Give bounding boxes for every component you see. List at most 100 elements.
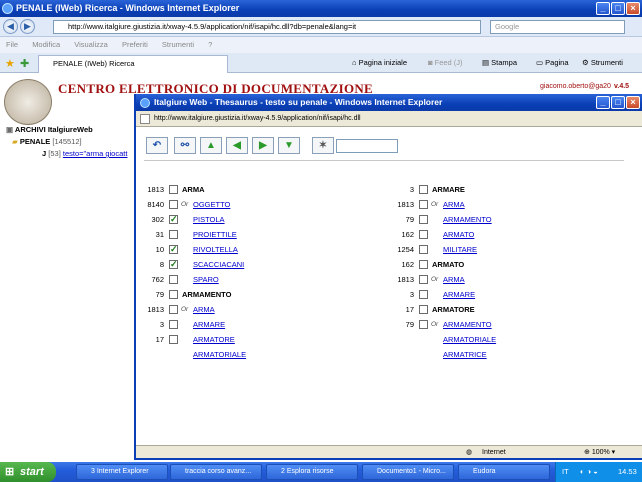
- language-indicator[interactable]: IT: [562, 462, 569, 482]
- popup-body: ↶ ⚯ ▲ ◀ ▶ ▼ ✶ 1813 ARMA 8140 Or OGGETTO 302 PI…: [136, 127, 642, 445]
- maximize-button[interactable]: □: [611, 2, 625, 15]
- undo-icon[interactable]: ↶: [146, 137, 168, 154]
- term-link[interactable]: ARMATORE: [193, 332, 235, 347]
- term-link[interactable]: ARMA: [443, 197, 465, 212]
- task-ie[interactable]: 3 Internet Explorer: [76, 464, 168, 480]
- left-icon[interactable]: ◀: [226, 137, 248, 154]
- task-ie-label: 3 Internet Explorer: [91, 468, 149, 475]
- task-word[interactable]: Documento1 - Micro...: [362, 464, 454, 480]
- term-link[interactable]: PROIETTILE: [193, 227, 237, 242]
- term-count: 8140: [147, 200, 164, 209]
- term-link[interactable]: ARMA: [193, 302, 215, 317]
- term-checkbox[interactable]: [169, 275, 178, 284]
- wand-icon[interactable]: ✶: [312, 137, 334, 154]
- outer-search-input[interactable]: Google: [490, 20, 625, 34]
- term-checkbox[interactable]: [419, 230, 428, 239]
- binoculars-icon[interactable]: ⚯: [174, 137, 196, 154]
- term-link[interactable]: ARMATRICE: [443, 347, 487, 362]
- term-checkbox[interactable]: [169, 185, 178, 194]
- menu-visualizza[interactable]: Visualizza: [74, 40, 108, 49]
- favorites-star-icon[interactable]: ★: [5, 57, 15, 70]
- globe-icon: ◍: [466, 449, 473, 456]
- term-link[interactable]: PISTOLA: [193, 212, 225, 227]
- term-link[interactable]: ARMARE: [193, 317, 225, 332]
- term-count: 1813: [147, 305, 164, 314]
- back-button[interactable]: ◀: [3, 19, 18, 34]
- term-checkbox[interactable]: [419, 260, 428, 269]
- term-link[interactable]: ARMATO: [443, 227, 474, 242]
- home-button[interactable]: ⌂ Pagina iniziale: [352, 57, 407, 69]
- term-checkbox[interactable]: [419, 185, 428, 194]
- menu-help[interactable]: ?: [208, 40, 212, 49]
- term-checkbox[interactable]: [169, 257, 178, 272]
- task-explorer[interactable]: 2 Esplora risorse: [266, 464, 358, 480]
- menu-modifica[interactable]: Modifica: [32, 40, 60, 49]
- term-link[interactable]: ARMA: [443, 272, 465, 287]
- term-checkbox[interactable]: [169, 212, 178, 227]
- term-link[interactable]: RIVOLTELLA: [193, 242, 238, 257]
- term-link[interactable]: ARMAMENTO: [443, 317, 492, 332]
- tree-db[interactable]: ▰ PENALE [145512]: [6, 137, 127, 149]
- term-checkbox[interactable]: [169, 320, 178, 329]
- term-checkbox[interactable]: [169, 242, 178, 257]
- outer-window-titlebar: PENALE (IWeb) Ricerca - Windows Internet…: [0, 0, 642, 17]
- term-checkbox[interactable]: [419, 245, 428, 254]
- zoom-label[interactable]: ⊕ 100% ▾: [584, 446, 615, 459]
- popup-maximize-button[interactable]: □: [611, 96, 625, 109]
- term-checkbox[interactable]: [169, 200, 178, 209]
- term-checkbox[interactable]: [169, 305, 178, 314]
- or-marker: Or: [431, 201, 439, 208]
- archive-tree: ▣ ARCHIVI ItalgiureWeb ▰ PENALE [145512]…: [6, 125, 127, 161]
- thesaurus-search-input[interactable]: [336, 139, 398, 153]
- divider: [144, 160, 624, 161]
- up-icon[interactable]: ▲: [200, 137, 222, 154]
- menu-preferiti[interactable]: Preferiti: [122, 40, 148, 49]
- add-favorite-icon[interactable]: ✚: [20, 57, 29, 70]
- outer-url-input[interactable]: http://www.italgiure.giustizia.it/xway-4…: [53, 20, 481, 34]
- term-count: 762: [151, 275, 164, 284]
- term-link[interactable]: ARMATORIALE: [443, 332, 496, 347]
- outer-window-title: PENALE (IWeb) Ricerca - Windows Internet…: [16, 3, 240, 13]
- right-icon[interactable]: ▶: [252, 137, 274, 154]
- tree-query-link[interactable]: testo="arma giocatt: [63, 149, 128, 158]
- tray-icons[interactable]: ◐ ◑ ◒: [580, 462, 598, 482]
- popup-url: http://www.italgiure.giustizia.it/xway-4…: [154, 115, 361, 122]
- user-name: giacomo.oberto@ga20: [540, 83, 611, 90]
- outer-tab-active[interactable]: PENALE (IWeb) Ricerca: [38, 55, 228, 73]
- popup-close-button[interactable]: ×: [626, 96, 640, 109]
- tree-query[interactable]: J [53] testo="arma giocatt: [6, 149, 127, 161]
- taskbar: ⊞ start 3 Internet Explorer traccia cors…: [0, 462, 642, 482]
- term-checkbox[interactable]: [419, 275, 428, 284]
- close-button[interactable]: ×: [626, 2, 640, 15]
- forward-button[interactable]: ▶: [20, 19, 35, 34]
- down-icon[interactable]: ▼: [278, 137, 300, 154]
- term-link[interactable]: ARMATORIALE: [193, 347, 246, 362]
- term-checkbox[interactable]: [419, 290, 428, 299]
- term-checkbox[interactable]: [419, 320, 428, 329]
- start-button[interactable]: ⊞ start: [0, 462, 56, 482]
- term-checkbox[interactable]: [419, 215, 428, 224]
- task-eudora[interactable]: Eudora: [458, 464, 550, 480]
- term-link[interactable]: MILITARE: [443, 242, 477, 257]
- term-link[interactable]: ARMAMENTO: [443, 212, 492, 227]
- term-checkbox[interactable]: [169, 290, 178, 299]
- tools-button[interactable]: ⚙ Strumenti: [582, 57, 623, 69]
- feed-button[interactable]: ◙ Feed (J): [428, 57, 463, 69]
- term-checkbox[interactable]: [419, 200, 428, 209]
- term-link[interactable]: SPARO: [193, 272, 219, 287]
- tree-root[interactable]: ▣ ARCHIVI ItalgiureWeb: [6, 125, 127, 137]
- menu-file[interactable]: File: [6, 40, 18, 49]
- task-traccia[interactable]: traccia corso avanz...: [170, 464, 262, 480]
- term-checkbox[interactable]: [169, 335, 178, 344]
- term-checkbox[interactable]: [419, 305, 428, 314]
- page-button[interactable]: ▭ Pagina: [536, 57, 569, 69]
- minimize-button[interactable]: _: [596, 2, 610, 15]
- term-checkbox[interactable]: [169, 230, 178, 239]
- term-link[interactable]: SCACCIACANI: [193, 257, 244, 272]
- popup-minimize-button[interactable]: _: [596, 96, 610, 109]
- or-marker: Or: [181, 306, 189, 313]
- print-button[interactable]: ▤ Stampa: [482, 57, 517, 69]
- term-link[interactable]: OGGETTO: [193, 197, 230, 212]
- term-link[interactable]: ARMARE: [443, 287, 475, 302]
- menu-strumenti[interactable]: Strumenti: [162, 40, 194, 49]
